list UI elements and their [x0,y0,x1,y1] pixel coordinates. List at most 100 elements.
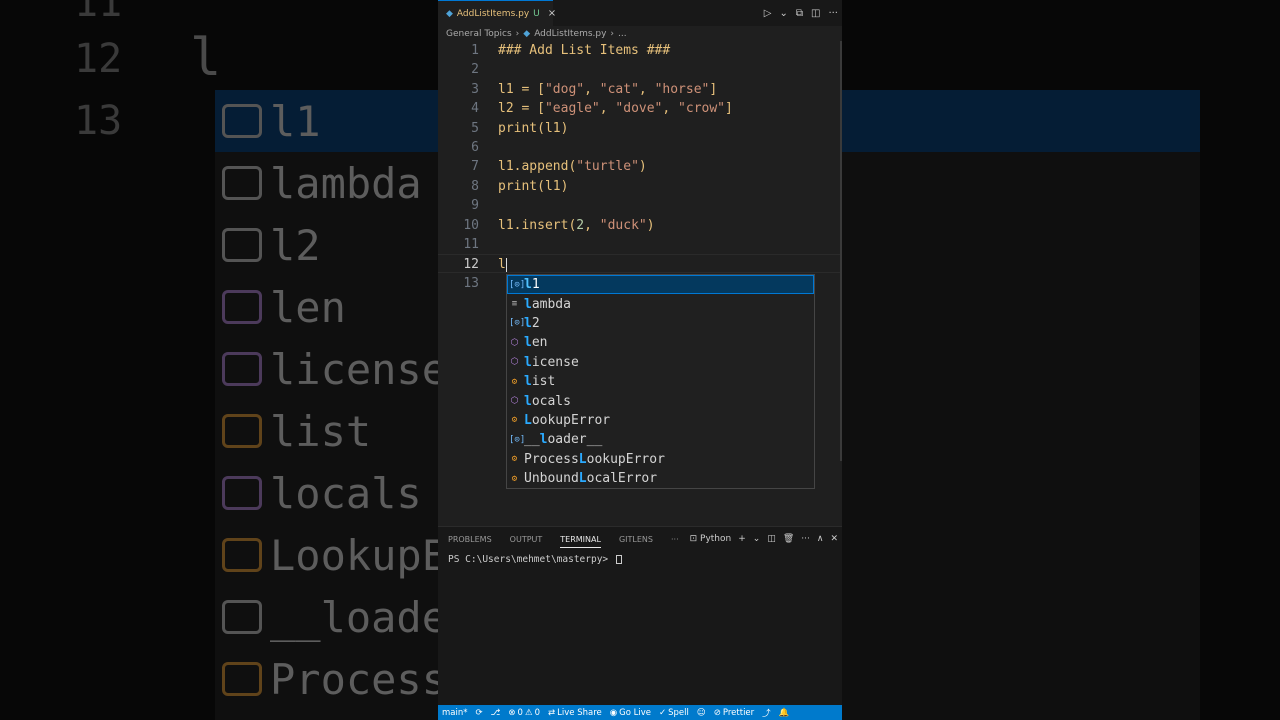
suggestion-label: l1 [524,277,540,293]
new-terminal-icon[interactable]: + [738,534,746,544]
breadcrumb-file[interactable]: AddListItems.py [534,29,606,39]
trash-icon[interactable]: 🗑 [783,534,794,544]
line-number: 3 [471,81,479,97]
terminal-prompt: PS C:\Users\mehmet\masterpy> [448,554,614,565]
class-icon: ⚙ [511,376,518,387]
breadcrumb-folder[interactable]: General Topics [446,29,512,39]
split-terminal-icon[interactable]: ◫ [767,534,776,544]
code-line: 1 ### Add List Items ### [438,41,842,60]
prettier-icon: ⊘ [713,707,721,718]
suggestion-label: l2 [524,315,540,331]
suggestion-item[interactable]: [⊙] __loader__ [507,430,814,449]
tab-bar: ◆ AddListItems.py U × ▷ ⌄ ⧉ ◫ ··· [438,0,842,26]
tab-problems[interactable]: PROBLEMS [448,535,492,544]
suggestion-label: locals [524,393,571,409]
chevron-down-icon[interactable]: ⌄ [779,8,787,19]
suggestion-label: LookupError [524,412,611,428]
compare-icon[interactable]: ⧉ [796,8,803,19]
terminal[interactable]: PS C:\Users\mehmet\masterpy> [448,554,622,565]
run-icon[interactable]: ▷ [764,8,772,19]
suggestion-label: license [524,354,579,370]
close-icon[interactable]: × [548,8,556,19]
vertical-scrollbar[interactable] [840,41,842,461]
suggestion-item[interactable]: ≡ lambda [507,294,814,313]
variable-icon: [⊙] [509,434,526,445]
code-line: 2 [438,60,842,79]
tab-modified-badge: U [533,8,540,19]
panel-tabs: PROBLEMS OUTPUT TERMINAL GITLENS ··· [448,527,679,551]
live-share-label: Live Share [557,707,602,718]
code-line: 6 [438,138,842,157]
tab-gitlens[interactable]: GITLENS [619,535,653,544]
prettier-button[interactable]: ⊘ Prettier [710,708,758,718]
variable-icon: [⊙] [509,279,526,290]
bottom-panel: PROBLEMS OUTPUT TERMINAL GITLENS ··· ⊡ P… [438,526,842,706]
suggestion-item[interactable]: ⬡ license [507,353,814,372]
function-icon: ⬡ [510,396,519,407]
breadcrumb-more[interactable]: ... [618,29,627,39]
suggestion-item[interactable]: ⬡ locals [507,391,814,410]
line-code: l1.append("turtle") [498,159,647,175]
sync-icon[interactable]: ⟳ [472,708,487,718]
feedback-icon[interactable]: ⤴ [758,707,775,719]
maximize-panel-icon[interactable]: ∧ [817,534,824,544]
live-share-icon: ⇄ [548,707,556,718]
line-number: 12 [463,257,479,273]
code-line: 8 print(l1) [438,177,842,196]
suggestion-item[interactable]: ⚙ list [507,372,814,391]
suggestion-label: len [524,335,548,351]
copilot-icon[interactable]: ☺ [693,708,710,718]
line-code: l1 = ["dog", "cat", "horse"] [498,81,718,97]
more-actions-icon[interactable]: ··· [801,534,810,544]
go-live-button[interactable]: ◉ Go Live [606,708,655,718]
text-cursor [505,257,507,272]
chevron-down-icon[interactable]: ⌄ [753,534,761,544]
split-editor-icon[interactable]: ◫ [811,8,820,19]
terminal-profile[interactable]: ⊡ Python [690,534,732,544]
error-count: 0 [517,707,523,718]
breadcrumb-separator: › [515,29,520,39]
suggestion-item[interactable]: [⊙] l1 [507,275,814,295]
line-number: 13 [463,275,479,291]
line-number: 2 [471,62,479,78]
suggestion-label: UnboundLocalError [524,471,658,487]
line-number: 1 [471,43,479,58]
breadcrumb: General Topics › ◆ AddListItems.py › ... [446,27,627,41]
git-graph-icon[interactable]: ⎇ [487,708,505,718]
code-line-active: 12 l [438,254,842,274]
problems-indicator[interactable]: ⊗ 0 ⚠ 0 [504,708,544,718]
close-panel-icon[interactable]: ✕ [830,534,838,544]
suggestion-label: list [524,374,556,390]
class-icon: ⚙ [511,473,518,484]
terminal-cursor [615,555,622,564]
more-actions-icon[interactable]: ··· [828,8,838,19]
line-number: 9 [471,198,479,214]
suggestion-item[interactable]: ⚙ ProcessLookupError [507,450,814,469]
status-bar: main* ⟳ ⎇ ⊗ 0 ⚠ 0 ⇄ Live Share ◉ Go Live ✓ Spe… [438,705,842,720]
suggestion-item[interactable]: ⚙ UnboundLocalError [507,469,814,488]
broadcast-icon: ◉ [609,707,618,718]
panel-more-icon[interactable]: ··· [671,535,679,544]
terminal-icon: ⊡ [689,534,698,544]
line-number: 5 [471,120,479,136]
line-number: 10 [463,217,479,233]
line-code: print(l1) [498,120,569,136]
editor-tab[interactable]: ◆ AddListItems.py U × [438,0,556,26]
suggestion-item[interactable]: [⊙] l2 [507,314,814,333]
warning-count: 0 [534,707,541,718]
tab-output[interactable]: OUTPUT [510,535,543,544]
tab-terminal[interactable]: TERMINAL [560,535,601,548]
tab-filename: AddListItems.py [456,8,530,19]
code-line: 3 l1 = ["dog", "cat", "horse"] [438,80,842,99]
suggestion-item[interactable]: ⬡ len [507,333,814,352]
notifications-icon[interactable]: 🔔 [775,708,794,718]
branch-indicator[interactable]: main* [438,708,472,718]
live-share-button[interactable]: ⇄ Live Share [544,708,606,718]
breadcrumb-separator: › [610,29,615,39]
suggestion-label: lambda [524,296,571,312]
line-number: 11 [463,237,479,252]
suggestion-item[interactable]: ⚙ LookupError [507,411,814,430]
spell-button[interactable]: ✓ Spell [655,708,693,718]
code-line: 9 [438,196,842,215]
go-live-label: Go Live [619,707,652,718]
